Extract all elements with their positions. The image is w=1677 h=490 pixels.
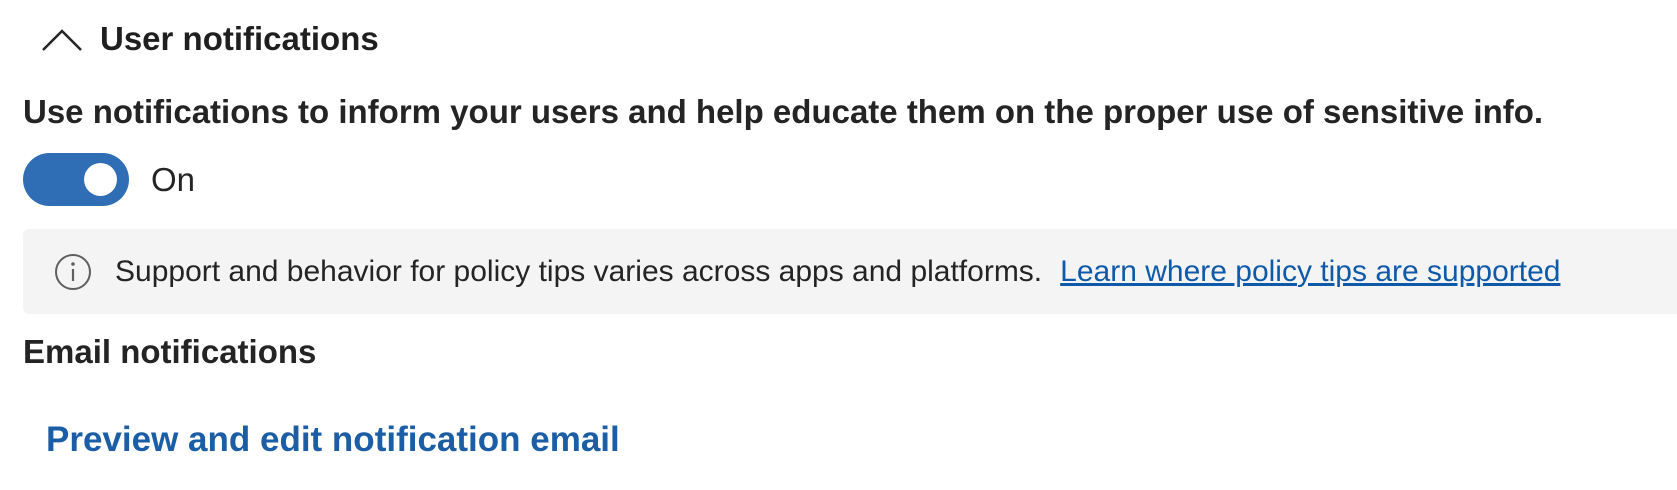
notifications-toggle[interactable] (23, 153, 129, 206)
chevron-up-icon[interactable] (40, 24, 84, 54)
toggle-knob (84, 163, 117, 196)
preview-edit-email-link[interactable]: Preview and edit notification email (46, 420, 620, 460)
email-notifications-heading: Email notifications (23, 333, 317, 370)
info-icon (53, 252, 93, 292)
info-message: Support and behavior for policy tips var… (115, 254, 1043, 288)
policy-tips-info-bar: Support and behavior for policy tips var… (23, 229, 1677, 314)
section-title: User notifications (100, 20, 379, 57)
user-notifications-header[interactable]: User notifications (40, 14, 379, 64)
policy-tips-learn-link[interactable]: Learn where policy tips are supported (1060, 255, 1560, 289)
toggle-label: On (151, 160, 196, 198)
notifications-description: Use notifications to inform your users a… (23, 93, 1544, 130)
notifications-toggle-row: On (23, 153, 195, 206)
